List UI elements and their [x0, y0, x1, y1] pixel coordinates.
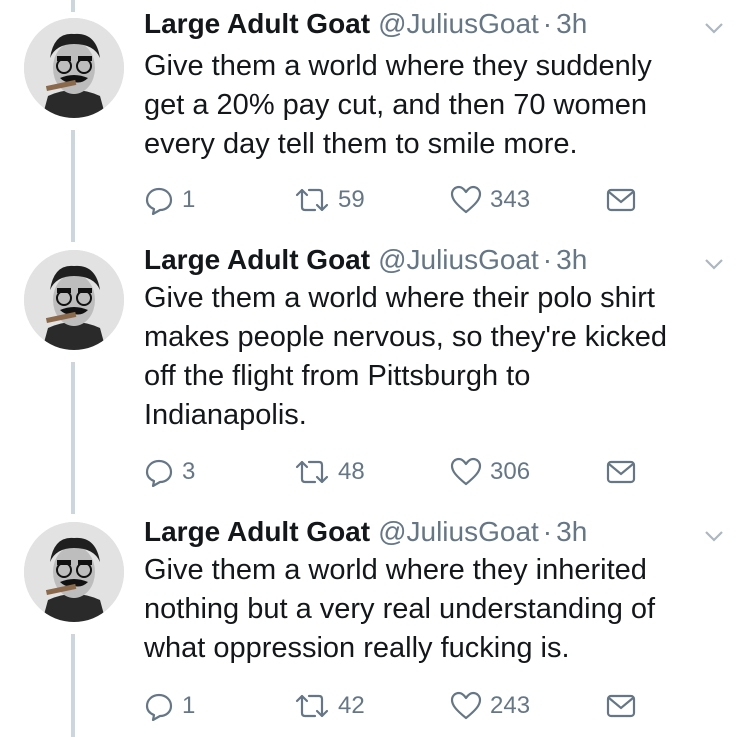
- heart-icon: [450, 185, 482, 214]
- display-name[interactable]: Large Adult Goat: [144, 8, 370, 39]
- separator: ·: [542, 244, 553, 275]
- tweet-text: Give them a world where they inherited n…: [144, 554, 656, 664]
- tweet[interactable]: Large Adult Goat @JuliusGoat · 3h Give them…: [0, 0, 750, 242]
- tweet-text: Give them a world where their polo shirt…: [144, 282, 667, 431]
- tweet-actions: 1 42 243: [144, 688, 664, 724]
- reply-icon: [145, 187, 173, 215]
- reply-button[interactable]: 1: [144, 688, 195, 724]
- like-button[interactable]: 243: [450, 688, 530, 724]
- display-name[interactable]: Large Adult Goat: [144, 516, 370, 547]
- like-count: 306: [490, 458, 531, 485]
- retweet-count: 48: [338, 458, 365, 485]
- retweet-icon: [295, 694, 329, 718]
- reply-button[interactable]: 1: [144, 182, 195, 218]
- tweet-header: Large Adult Goat @JuliusGoat · 3h: [144, 512, 587, 552]
- reply-count: 3: [182, 458, 196, 485]
- envelope-icon: [606, 694, 636, 718]
- tweet-header: Large Adult Goat @JuliusGoat · 3h: [144, 4, 587, 44]
- tweet[interactable]: Large Adult Goat @JuliusGoat · 3h Give them…: [0, 236, 750, 514]
- reply-icon: [145, 459, 173, 487]
- like-count: 243: [490, 692, 531, 719]
- separator: ·: [542, 8, 553, 39]
- like-button[interactable]: 343: [450, 182, 530, 218]
- reply-icon: [145, 693, 173, 721]
- reply-count: 1: [182, 186, 196, 213]
- retweet-icon: [295, 188, 329, 212]
- avatar[interactable]: [24, 18, 124, 118]
- user-handle[interactable]: @JuliusGoat: [378, 516, 539, 547]
- like-count: 343: [490, 186, 531, 213]
- retweet-button[interactable]: 48: [294, 454, 365, 490]
- direct-message-button[interactable]: [606, 454, 636, 490]
- tweet-header: Large Adult Goat @JuliusGoat · 3h: [144, 240, 587, 280]
- user-handle[interactable]: @JuliusGoat: [378, 8, 539, 39]
- reply-button[interactable]: 3: [144, 454, 195, 490]
- heart-icon: [450, 457, 482, 486]
- heart-icon: [450, 691, 482, 720]
- envelope-icon: [606, 460, 636, 484]
- chevron-down-icon[interactable]: [700, 250, 728, 278]
- chevron-down-icon[interactable]: [700, 14, 728, 42]
- like-button[interactable]: 306: [450, 454, 530, 490]
- display-name[interactable]: Large Adult Goat: [144, 244, 370, 275]
- user-handle[interactable]: @JuliusGoat: [378, 244, 539, 275]
- timestamp[interactable]: 3h: [556, 244, 587, 275]
- timestamp[interactable]: 3h: [556, 8, 587, 39]
- timestamp[interactable]: 3h: [556, 516, 587, 547]
- chevron-down-icon[interactable]: [700, 522, 728, 550]
- avatar[interactable]: [24, 250, 124, 350]
- retweet-count: 59: [338, 186, 365, 213]
- tweet-actions: 1 59 343: [144, 182, 664, 218]
- avatar[interactable]: [24, 522, 124, 622]
- reply-count: 1: [182, 692, 196, 719]
- retweet-count: 42: [338, 692, 365, 719]
- separator: ·: [542, 516, 553, 547]
- direct-message-button[interactable]: [606, 688, 636, 724]
- tweet-text: Give them a world where they suddenly ge…: [144, 50, 652, 160]
- retweet-button[interactable]: 59: [294, 182, 365, 218]
- tweet[interactable]: Large Adult Goat @JuliusGoat · 3h Give them…: [0, 508, 750, 737]
- retweet-button[interactable]: 42: [294, 688, 365, 724]
- retweet-icon: [295, 460, 329, 484]
- tweet-actions: 3 48 306: [144, 454, 664, 490]
- direct-message-button[interactable]: [606, 182, 636, 218]
- envelope-icon: [606, 188, 636, 212]
